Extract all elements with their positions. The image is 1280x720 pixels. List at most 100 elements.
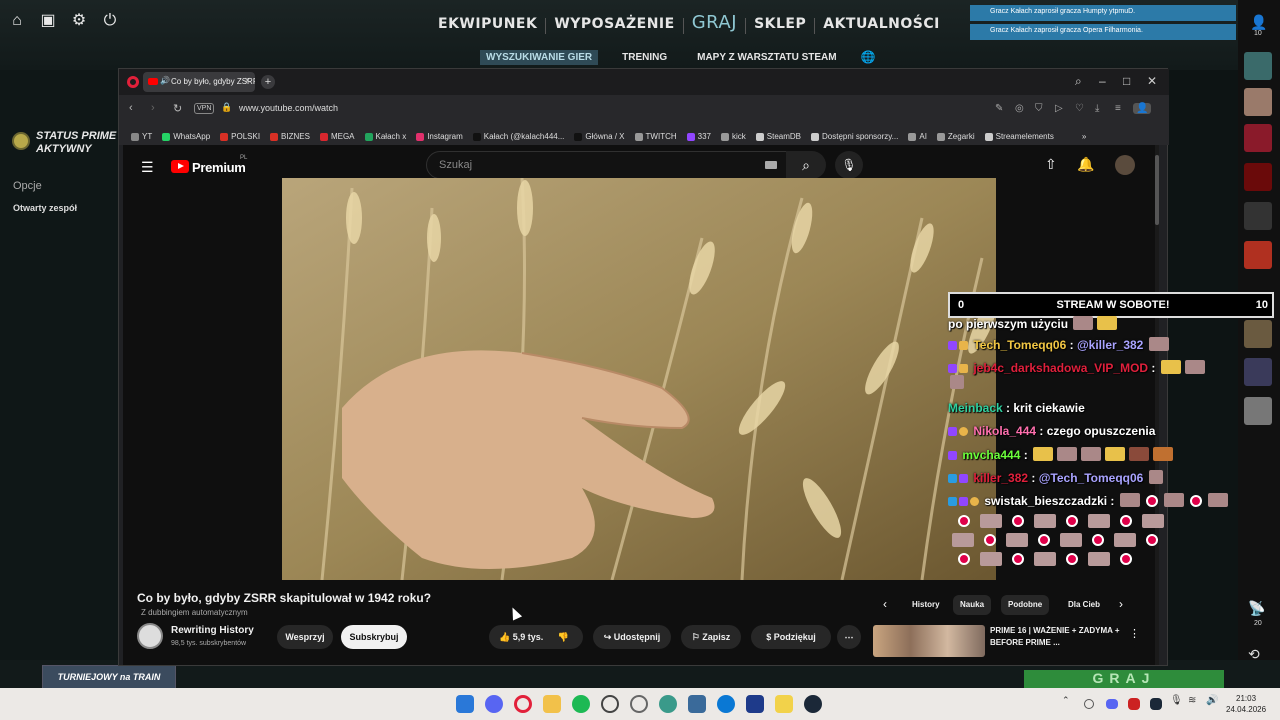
friend-avatar[interactable]: [1244, 202, 1272, 230]
bookmark-item[interactable]: SteamDB: [755, 128, 801, 145]
chevron-up-icon[interactable]: ⌃: [1062, 695, 1072, 713]
edit-icon[interactable]: ✎: [995, 103, 1003, 114]
tab-youtube[interactable]: 🔊 Co by było, gdyby ZSRR ✕: [143, 72, 255, 92]
chip-similar[interactable]: Podobne: [1001, 595, 1050, 615]
youtube-logo-icon[interactable]: [171, 160, 189, 173]
nav-loadout[interactable]: WYPOSAŻENIE: [546, 10, 682, 39]
obs-icon[interactable]: [601, 695, 619, 713]
nav-inventory[interactable]: EKWIPUNEK: [430, 10, 545, 39]
bookmark-item[interactable]: YT: [131, 128, 152, 145]
close-window-icon[interactable]: ✕: [1147, 74, 1157, 88]
tray-steam-icon[interactable]: [1150, 698, 1162, 710]
nav-play[interactable]: GRAJ: [684, 10, 745, 39]
bookmark-item[interactable]: Instagram: [416, 128, 463, 145]
steam-icon[interactable]: [804, 695, 822, 713]
play-icon[interactable]: ▷: [1055, 103, 1063, 114]
recommended-title[interactable]: PRIME 16 | WAŻENIE + ZADYMA + BEFORE PRI…: [990, 625, 1120, 649]
share-button[interactable]: ↪ Udostępnij: [593, 625, 671, 649]
broadcast-icon[interactable]: 📡: [1248, 600, 1265, 617]
bookmarks-overflow-icon[interactable]: »: [1082, 128, 1086, 145]
search-button[interactable]: ⌕: [786, 151, 826, 179]
forward-icon[interactable]: ›: [151, 102, 155, 114]
friend-avatar[interactable]: [1244, 88, 1272, 116]
home-icon[interactable]: ⌂: [8, 12, 26, 30]
bookmark-item[interactable]: Zegarki: [936, 128, 975, 145]
tab-close-icon[interactable]: ✕: [244, 76, 251, 85]
new-tab-button[interactable]: +: [261, 75, 275, 89]
account-avatar[interactable]: [1115, 155, 1135, 175]
friend-avatar[interactable]: [1244, 124, 1272, 152]
app-icon[interactable]: [630, 695, 648, 713]
calculator-icon[interactable]: [688, 695, 706, 713]
play-button[interactable]: GRAJ: [1024, 670, 1224, 690]
vegas-icon[interactable]: [746, 695, 764, 713]
globe-icon[interactable]: 🌐: [861, 50, 876, 65]
volume-icon[interactable]: 🔊: [1206, 695, 1224, 713]
subnav-training[interactable]: TRENING: [616, 50, 673, 65]
mic-tray-icon[interactable]: 🎙: [1170, 695, 1188, 713]
folder-icon[interactable]: [543, 695, 561, 713]
more-icon[interactable]: ⋮: [1129, 627, 1140, 640]
support-button[interactable]: Wesprzyj: [277, 625, 333, 649]
friend-avatar[interactable]: [1244, 241, 1272, 269]
search-tabs-icon[interactable]: ⌕: [1075, 74, 1082, 89]
tray-app-icon[interactable]: [1128, 698, 1140, 710]
shield-icon[interactable]: ⛉: [1035, 103, 1043, 114]
friend-avatar[interactable]: [1244, 397, 1272, 425]
inventory-icon[interactable]: ▣: [39, 12, 57, 30]
youtube-brand[interactable]: Premium: [192, 160, 246, 175]
vpn-badge[interactable]: VPN: [194, 103, 215, 114]
bell-icon[interactable]: 🔔: [1077, 156, 1094, 173]
channel-name[interactable]: Rewriting History: [171, 625, 254, 636]
invite-notification[interactable]: Gracz Kałach zaprosił gracza Opera Filha…: [970, 24, 1236, 40]
subnav-matchmaking[interactable]: WYSZUKIWANIE GIER: [480, 50, 599, 65]
bookmark-item[interactable]: TWITCH: [634, 128, 677, 145]
friend-avatar[interactable]: [1244, 358, 1272, 386]
thanks-button[interactable]: $ Podziękuj: [751, 625, 831, 649]
opera-icon[interactable]: [514, 695, 532, 713]
chip-for-you[interactable]: Dla Cieb: [1061, 595, 1107, 615]
discord-icon[interactable]: [485, 695, 503, 713]
tournament-map-card[interactable]: TURNIEJOWY na TRAIN: [42, 665, 176, 689]
keyboard-icon[interactable]: [765, 161, 777, 169]
nav-store[interactable]: SKLEP: [746, 10, 814, 39]
chevron-right-icon[interactable]: ›: [1119, 597, 1123, 611]
notes-icon[interactable]: [775, 695, 793, 713]
heart-icon[interactable]: ♡: [1075, 103, 1084, 114]
opera-logo-icon[interactable]: [127, 76, 139, 88]
maximize-icon[interactable]: □: [1123, 74, 1130, 88]
camera-icon[interactable]: ◎: [1015, 103, 1024, 114]
bookmark-item[interactable]: Główna / X: [574, 128, 625, 145]
bookmark-item[interactable]: kick: [721, 128, 746, 145]
lock-icon[interactable]: 🔒: [221, 102, 232, 113]
friend-avatar[interactable]: [1244, 52, 1272, 80]
bookmark-item[interactable]: 337: [686, 128, 711, 145]
recommended-thumbnail[interactable]: [873, 625, 985, 657]
like-count[interactable]: 5,9 tys.: [513, 632, 544, 642]
open-team-toggle[interactable]: Otwarty zespół: [13, 203, 77, 213]
invite-notification[interactable]: Gracz Kałach zaprosił gracza Humpty ytpm…: [970, 5, 1236, 21]
edge-icon[interactable]: [717, 695, 735, 713]
bookmark-item[interactable]: Kałach (@kalach444...: [472, 128, 564, 145]
chip-science[interactable]: Nauka: [953, 595, 992, 615]
more-actions-icon[interactable]: ⋯: [837, 625, 861, 649]
power-icon[interactable]: ⏻: [101, 12, 119, 30]
reload-icon[interactable]: ↻: [173, 102, 182, 115]
video-player[interactable]: [282, 178, 996, 580]
edge-dev-icon[interactable]: [659, 695, 677, 713]
chevron-left-icon[interactable]: ‹: [883, 597, 887, 611]
bookmark-item[interactable]: WhatsApp: [162, 128, 210, 145]
minimize-icon[interactable]: –: [1099, 74, 1106, 88]
bookmark-item[interactable]: Streamelements: [984, 128, 1054, 145]
start-icon[interactable]: [456, 695, 474, 713]
like-icon[interactable]: 👍: [499, 632, 510, 642]
back-icon[interactable]: ‹: [129, 102, 133, 114]
spotify-icon[interactable]: [572, 695, 590, 713]
url-field[interactable]: www.youtube.com/watch: [239, 103, 338, 113]
speaker-icon[interactable]: 🔊: [160, 76, 170, 85]
tray-discord-icon[interactable]: [1106, 699, 1118, 709]
menu-icon[interactable]: ≡: [1115, 103, 1121, 114]
nav-news[interactable]: AKTUALNOŚCI: [815, 10, 948, 39]
channel-avatar[interactable]: [137, 623, 163, 649]
profile-icon[interactable]: 👤: [1133, 103, 1152, 114]
